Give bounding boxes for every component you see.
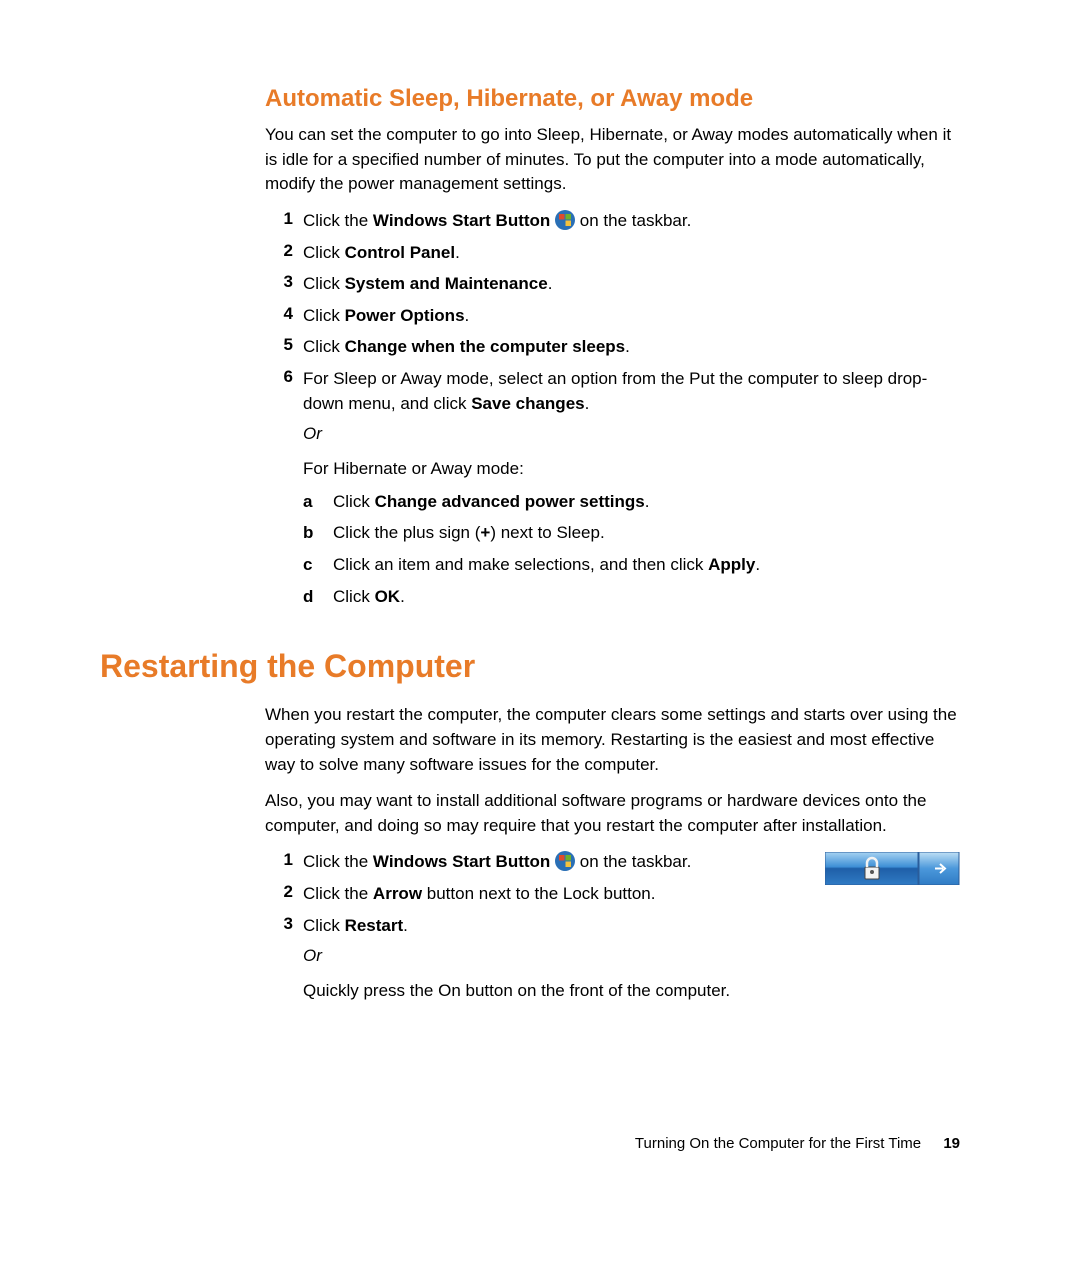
bold-text: Apply: [708, 555, 755, 574]
page-footer: Turning On the Computer for the First Ti…: [635, 1135, 960, 1152]
bold-text: Arrow: [373, 884, 422, 903]
step-text: Click the plus sign (+) next to Sleep.: [333, 521, 960, 546]
bold-text: Control Panel: [345, 243, 456, 262]
text-fragment: .: [625, 337, 630, 356]
step-text: Click OK.: [333, 585, 960, 610]
bold-text: Windows Start Button: [373, 211, 550, 230]
text-fragment: on the taskbar.: [580, 852, 692, 871]
step-text: Click the Arrow button next to the Lock …: [303, 882, 807, 907]
or-separator: Or: [303, 422, 960, 447]
text-fragment: Click: [303, 274, 345, 293]
heading-auto-sleep: Automatic Sleep, Hibernate, or Away mode: [265, 85, 960, 113]
list-item: 6 For Sleep or Away mode, select an opti…: [265, 367, 960, 616]
bold-text: System and Maintenance: [345, 274, 548, 293]
restart-paragraph-2: Also, you may want to install additional…: [265, 789, 960, 838]
text-fragment: button next to the Lock button.: [422, 884, 655, 903]
text-fragment: .: [403, 916, 408, 935]
step-number: 3: [265, 914, 303, 934]
step-number: 4: [265, 304, 303, 324]
hibernate-intro: For Hibernate or Away mode:: [303, 457, 960, 482]
text-fragment: .: [645, 492, 650, 511]
text-fragment: Click the: [303, 852, 373, 871]
restart-paragraph-1: When you restart the computer, the compu…: [265, 703, 960, 777]
text-fragment: Click: [303, 916, 345, 935]
step-number: 5: [265, 335, 303, 355]
list-item: 4 Click Power Options.: [265, 304, 960, 329]
list-item: 1 Click the Windows Start Button on the …: [265, 209, 960, 234]
text-fragment: Click: [333, 492, 375, 511]
step-letter: c: [303, 553, 333, 578]
text-fragment: on the taskbar.: [580, 211, 692, 230]
text-fragment: .: [585, 394, 590, 413]
list-item: b Click the plus sign (+) next to Sleep.: [303, 521, 960, 546]
step-letter: a: [303, 490, 333, 515]
list-item: 2 Click the Arrow button next to the Loc…: [265, 882, 807, 907]
text-fragment: Click an item and make selections, and t…: [333, 555, 708, 574]
bold-text: Change advanced power settings: [375, 492, 645, 511]
text-fragment: .: [548, 274, 553, 293]
step-number: 3: [265, 272, 303, 292]
text-fragment: Click: [333, 587, 375, 606]
bold-text: Save changes: [471, 394, 584, 413]
section-auto-sleep: Automatic Sleep, Hibernate, or Away mode…: [265, 85, 960, 616]
or-separator: Or: [303, 944, 960, 969]
step-text: Click Change when the computer sleeps.: [303, 335, 960, 360]
step-number: 1: [265, 209, 303, 229]
text-fragment: .: [465, 306, 470, 325]
step-text: Click the Windows Start Button on the ta…: [303, 209, 960, 234]
step-text: Click Restart. Or Quickly press the On b…: [303, 914, 960, 1004]
bold-text: OK: [375, 587, 401, 606]
page-number: 19: [943, 1135, 960, 1152]
document-page: Automatic Sleep, Hibernate, or Away mode…: [0, 0, 1080, 1270]
text-fragment: Click the plus sign (: [333, 523, 480, 542]
alternative-text: Quickly press the On button on the front…: [303, 979, 960, 1004]
step-letter: b: [303, 521, 333, 546]
section-restarting: When you restart the computer, the compu…: [265, 703, 960, 1003]
text-fragment: .: [400, 587, 405, 606]
numbered-list: 1 Click the Windows Start Button on the …: [265, 850, 960, 1003]
text-fragment: Click: [303, 243, 345, 262]
bold-text: +: [480, 523, 490, 542]
list-item: c Click an item and make selections, and…: [303, 553, 960, 578]
text-fragment: Click: [303, 306, 345, 325]
text-fragment: ) next to Sleep.: [490, 523, 604, 542]
list-item: 2 Click Control Panel.: [265, 241, 960, 266]
bold-text: Windows Start Button: [373, 852, 550, 871]
text-fragment: .: [755, 555, 760, 574]
step-text: Click Control Panel.: [303, 241, 960, 266]
bold-text: Restart: [345, 916, 404, 935]
lettered-sublist: a Click Change advanced power settings. …: [303, 490, 960, 610]
bold-text: Power Options: [345, 306, 465, 325]
step-number: 6: [265, 367, 303, 387]
heading-restarting: Restarting the Computer: [100, 648, 960, 685]
bold-text: Change when the computer sleeps: [345, 337, 626, 356]
text-fragment: Click the: [303, 884, 373, 903]
chapter-title: Turning On the Computer for the First Ti…: [635, 1135, 921, 1152]
lock-button-bar-icon: [825, 852, 960, 885]
text-fragment: .: [455, 243, 460, 262]
text-fragment: Click: [303, 337, 345, 356]
list-item: 3 Click System and Maintenance.: [265, 272, 960, 297]
list-item: 1 Click the Windows Start Button on the …: [265, 850, 807, 875]
list-item: d Click OK.: [303, 585, 960, 610]
step-text: Click System and Maintenance.: [303, 272, 960, 297]
step-number: 1: [265, 850, 303, 870]
step-text: Click Power Options.: [303, 304, 960, 329]
step-letter: d: [303, 585, 333, 610]
step-text: Click an item and make selections, and t…: [333, 553, 960, 578]
text-fragment: For Sleep or Away mode, select an option…: [303, 369, 927, 413]
step-number: 2: [265, 882, 303, 902]
numbered-list: 1 Click the Windows Start Button on the …: [265, 209, 960, 616]
step-text: Click the Windows Start Button on the ta…: [303, 850, 807, 875]
step-text: Click Change advanced power settings.: [333, 490, 960, 515]
list-item: 5 Click Change when the computer sleeps.: [265, 335, 960, 360]
windows-start-icon: [555, 210, 575, 230]
list-item: 3 Click Restart. Or Quickly press the On…: [265, 914, 960, 1004]
intro-paragraph: You can set the computer to go into Slee…: [265, 123, 960, 197]
step-text: For Sleep or Away mode, select an option…: [303, 367, 960, 616]
list-item: a Click Change advanced power settings.: [303, 490, 960, 515]
step-number: 2: [265, 241, 303, 261]
windows-start-icon: [555, 851, 575, 871]
text-fragment: Click the: [303, 211, 373, 230]
